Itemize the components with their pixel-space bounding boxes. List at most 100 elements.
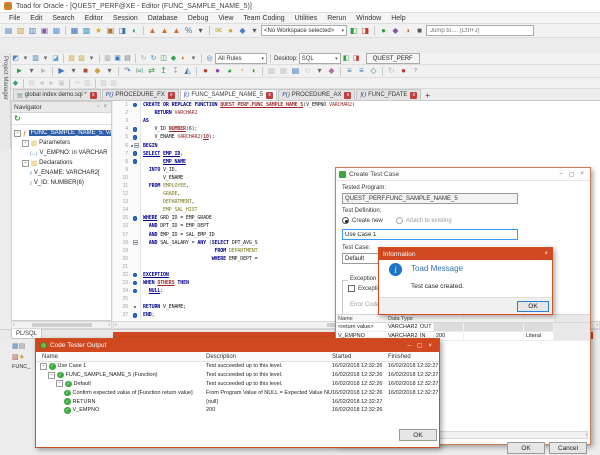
- bug-icon[interactable]: ●: [200, 66, 211, 77]
- result-row[interactable]: ✓RETURN{null}16/02/2018 12:32:27: [36, 397, 439, 406]
- export-icon[interactable]: ◪: [51, 54, 60, 63]
- open-file-icon[interactable]: ▧: [15, 25, 26, 36]
- changes-icon[interactable]: ◫: [159, 54, 168, 63]
- tree-expander-icon[interactable]: -: [22, 160, 29, 167]
- document-tab-global-index-demo-sql-[interactable]: ▤global index demo.sql *x: [13, 89, 101, 100]
- document-tab-procedure-fx[interactable]: P()PROCEDURE_FXx: [102, 89, 179, 100]
- redo-icon[interactable]: ↻: [149, 54, 158, 63]
- alert-icon[interactable]: ●: [225, 25, 236, 36]
- navigator-item-parameter[interactable]: (↔)V_EMPNO: in VARCHAR: [12, 148, 111, 158]
- prev-icon[interactable]: ◄: [37, 79, 46, 88]
- refresh-icon[interactable]: ↻: [386, 66, 397, 77]
- desktop-dropdown[interactable]: SQL ▾: [299, 53, 341, 64]
- halt-icon[interactable]: ■: [80, 66, 91, 77]
- stats-icon[interactable]: ◔: [236, 66, 247, 77]
- code-analysis-rules-dropdown[interactable]: All Rules ▾: [215, 53, 267, 64]
- undo-icon[interactable]: ↻: [139, 54, 148, 63]
- workspace-add-icon[interactable]: ◧: [348, 25, 359, 36]
- dropdown-icon[interactable]: ▾: [314, 66, 325, 77]
- wizard-icon[interactable]: ◩: [11, 54, 20, 63]
- scroll-thumb[interactable]: [32, 323, 92, 327]
- project-manager-tab[interactable]: Project Manager: [0, 53, 11, 149]
- grid-cell[interactable]: VARCHAR2: [386, 323, 418, 331]
- breakpoint-marker-icon[interactable]: [133, 151, 138, 156]
- scroll-right-icon[interactable]: ›: [108, 322, 110, 328]
- breakpoint-marker-icon[interactable]: [133, 135, 138, 140]
- desktop-save-icon[interactable]: ◧: [342, 54, 351, 63]
- menu-edit[interactable]: Edit: [25, 15, 47, 22]
- swap-icon[interactable]: ⇄: [146, 66, 157, 77]
- close-tab-icon[interactable]: x: [344, 92, 351, 99]
- dropdown-icon[interactable]: ▾: [68, 66, 79, 77]
- debug-icon[interactable]: ◆: [92, 66, 103, 77]
- dropdown-icon[interactable]: ▾: [41, 54, 50, 63]
- code-fold-icon[interactable]: [133, 240, 138, 245]
- bug2-icon[interactable]: ●: [212, 66, 223, 77]
- close-tab-icon[interactable]: x: [90, 92, 97, 99]
- execute-icon[interactable]: ►: [14, 66, 25, 77]
- window-titlebar[interactable]: Code Tester Output – ▢ ×: [36, 339, 439, 352]
- bookmark-icon[interactable]: ▣: [57, 79, 66, 88]
- menu-view[interactable]: View: [213, 15, 238, 22]
- messages-icon[interactable]: ▤: [19, 343, 26, 350]
- new-file-icon[interactable]: ▤: [3, 25, 14, 36]
- execute-statement-icon[interactable]: ▲: [147, 25, 158, 36]
- close-icon[interactable]: ×: [101, 104, 109, 110]
- breakpoint-marker-icon[interactable]: [133, 159, 138, 164]
- maximize-icon[interactable]: ▢: [414, 342, 426, 349]
- breakpoint-marker-icon[interactable]: [133, 289, 138, 294]
- navigator-hscrollbar[interactable]: ‹›: [11, 321, 112, 329]
- menu-editor[interactable]: Editor: [80, 15, 108, 22]
- print-icon[interactable]: ▤: [123, 54, 132, 63]
- result-row[interactable]: ✓Confirm expected value of [Function ret…: [36, 388, 439, 397]
- windows-icon[interactable]: ▦: [51, 25, 62, 36]
- menu-session[interactable]: Session: [108, 15, 143, 22]
- query-builder-icon[interactable]: ◆: [11, 79, 20, 88]
- execute-script-icon[interactable]: ▲: [159, 25, 170, 36]
- document-tab-func-fdate[interactable]: f()FUNC_FDATEx: [356, 89, 421, 100]
- desktop-revert-icon[interactable]: ◨: [352, 54, 361, 63]
- ok-button[interactable]: OK: [507, 442, 545, 454]
- team-coding-icon[interactable]: ◐: [129, 25, 140, 36]
- tree-expander-icon[interactable]: -: [22, 140, 29, 147]
- use-case-name-input[interactable]: [342, 229, 518, 240]
- execute-as-script-icon[interactable]: ▲: [171, 25, 182, 36]
- breakpoint-marker-icon[interactable]: [133, 281, 138, 286]
- dialog-titlebar[interactable]: Information ×: [379, 248, 552, 260]
- stop-icon[interactable]: ●: [398, 66, 409, 77]
- column-header-finished[interactable]: Finished: [388, 354, 411, 360]
- cancel-button[interactable]: Cancel: [549, 442, 587, 454]
- database-browser-icon[interactable]: ▣: [105, 25, 116, 36]
- help-icon[interactable]: ?: [410, 66, 421, 77]
- menu-window[interactable]: Window: [351, 15, 386, 22]
- tree-expander-icon[interactable]: -: [40, 363, 47, 370]
- menu-database[interactable]: Database: [143, 15, 183, 22]
- next-icon[interactable]: ►: [47, 79, 56, 88]
- compile-icon[interactable]: ◆: [169, 54, 178, 63]
- optimize-icon[interactable]: ◖: [248, 66, 259, 77]
- grid-cell[interactable]: OUT: [418, 323, 434, 331]
- describe-icon[interactable]: ▣: [39, 25, 50, 36]
- rules-icon[interactable]: ◎: [205, 54, 214, 63]
- navigator-item-variable[interactable]: iV_ENAME: VARCHAR2[: [12, 168, 111, 178]
- create-new-radio[interactable]: Create new: [342, 217, 383, 224]
- menu-utilities[interactable]: Utilities: [290, 15, 323, 22]
- close-tab-icon[interactable]: x: [168, 92, 175, 99]
- dialog-titlebar[interactable]: Create Test Case – ▢ ×: [336, 168, 590, 181]
- dropdown-icon[interactable]: ▾: [21, 54, 30, 63]
- dropdown-icon[interactable]: ▾: [87, 54, 96, 63]
- tree-expander-icon[interactable]: -: [56, 380, 63, 387]
- knowledge-icon[interactable]: ◆: [390, 25, 401, 36]
- navigator-item-folder[interactable]: -▧Declarations: [12, 158, 111, 168]
- minimize-icon[interactable]: –: [556, 171, 565, 177]
- object-palette-icon[interactable]: ◨: [117, 25, 128, 36]
- workspace-dropdown[interactable]: <No Workspace selected> ▾: [261, 25, 347, 36]
- scroll-right-icon[interactable]: ›: [585, 432, 587, 438]
- menu-file[interactable]: File: [4, 15, 25, 22]
- close-icon[interactable]: ×: [425, 343, 435, 349]
- menu-rerun[interactable]: Rerun: [322, 15, 351, 22]
- open-folder-icon[interactable]: ▧: [67, 54, 76, 63]
- tree-expander-icon[interactable]: -: [14, 130, 21, 137]
- schema-browser-icon[interactable]: ▦: [69, 25, 80, 36]
- attach-existing-radio[interactable]: Attach to existing: [396, 217, 452, 224]
